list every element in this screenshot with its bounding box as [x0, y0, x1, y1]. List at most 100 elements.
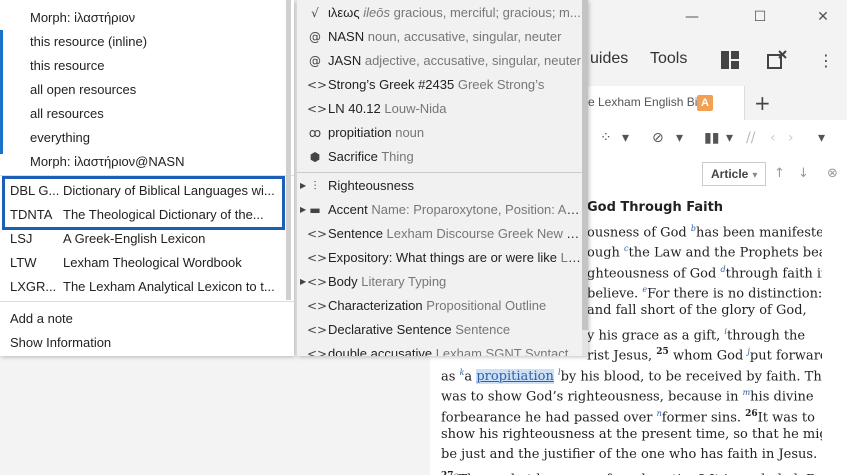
reference-icon: <>	[307, 323, 328, 337]
expand-arrow-icon[interactable]: ▶	[300, 270, 306, 294]
minimize-icon[interactable]: —	[680, 6, 704, 28]
info-primary: ιλεως	[328, 5, 360, 20]
info-menu-item[interactable]: ⬢ Sacrifice Thing	[297, 145, 588, 169]
text-line: 27oThen, what becomes of our boasting? I…	[441, 466, 822, 475]
show-information-menu-item[interactable]: Show Information	[0, 331, 294, 355]
info-menu-item[interactable]: √ ιλεως ileōs gracious, merciful; graciou…	[297, 1, 588, 25]
info-primary: Sacrifice	[328, 149, 378, 164]
text-line: show his righteousness at the present ti…	[441, 425, 822, 446]
info-menu-text: Sentence Lexham Discourse Greek New Te..…	[328, 222, 583, 246]
text-run: the Law and the Prophets bear	[628, 245, 822, 261]
info-primary: Declarative Sentence	[328, 322, 452, 337]
search-context-menu: ▴ Morph: ἱλαστήριον this resource (inlin…	[0, 0, 294, 356]
info-primary: Accent	[328, 202, 368, 217]
text-run: by his blood, to be received by faith. T…	[560, 369, 822, 385]
info-primary: LN 40.12	[328, 101, 381, 116]
resource-name: Lexham Theological Wordbook	[63, 255, 242, 270]
morph-icon: @	[309, 30, 321, 44]
info-secondary: Propositional Outline	[422, 298, 547, 313]
selected-word[interactable]: propitiation	[476, 369, 554, 385]
text-run: was to show God’s righteousness, because…	[441, 389, 743, 405]
menu-item-label: Show Information	[10, 335, 112, 350]
info-menu-text: ιλεως ileōs gracious, merciful; gracious…	[328, 1, 583, 25]
tab-label: e Lexham English Bible	[588, 95, 714, 109]
info-menu-item[interactable]: <> Expository: What things are or were li…	[297, 246, 588, 270]
menu-item-label: everything	[30, 130, 90, 145]
text-run: For there is no distinction:	[647, 286, 822, 302]
info-menu-text: Righteousness	[328, 174, 583, 198]
info-menu-item[interactable]: @ NASN noun, accusative, singular, neuter	[297, 25, 588, 49]
menu-item-all-resources[interactable]: all resources	[0, 102, 294, 126]
info-primary: Sentence	[328, 226, 383, 241]
history-caret-icon[interactable]: ▾	[818, 130, 825, 146]
resource-row-lsj[interactable]: LSJ A Greek-English Lexicon	[0, 227, 294, 251]
resource-row-lxgr[interactable]: LXGR... The Lexham Analytical Lexicon to…	[0, 275, 294, 299]
info-menu-item[interactable]: ▶ <> Body Literary Typing	[297, 270, 588, 294]
info-menu-item[interactable]: <> Declarative Sentence Sentence	[297, 318, 588, 342]
maximize-icon[interactable]: ☐	[748, 6, 772, 28]
verse-number: 26	[745, 409, 758, 419]
layouts-icon[interactable]	[719, 50, 741, 72]
info-secondary: gracious, merciful; gracious; m...	[389, 5, 581, 20]
expand-arrow-icon[interactable]: ▶	[300, 174, 306, 198]
close-icon[interactable]: ✕	[811, 6, 835, 28]
reference-icon: <>	[307, 299, 328, 313]
info-menu-item[interactable]: <> double accusative Lexham SGNT Syntacti…	[297, 342, 588, 356]
arrow-up-icon[interactable]: ↑	[774, 166, 785, 181]
text-run: through faith in	[725, 266, 822, 282]
verse-number: 27	[441, 471, 454, 475]
text-run: through the	[726, 327, 806, 343]
resource-row-ltw[interactable]: LTW Lexham Theological Wordbook	[0, 251, 294, 275]
guides-menu[interactable]: uides	[590, 50, 628, 68]
info-menu-item[interactable]: <> Strong’s Greek #2435 Greek Strong’s	[297, 73, 588, 97]
visual-filters-caret-icon[interactable]: ▾	[622, 130, 629, 146]
morph-icon: @	[309, 54, 321, 68]
info-secondary: adjective, accusative, singular, neuter	[361, 53, 581, 68]
submenu-scrollbar-thumb[interactable]	[582, 0, 588, 330]
window-controls: — ☐ ✕	[680, 6, 847, 28]
add-note-menu-item[interactable]: Add a note	[0, 307, 294, 331]
submenu-scrollbar-track[interactable]	[582, 0, 588, 356]
menu-item-this-resource[interactable]: this resource	[0, 54, 294, 78]
menu-item-search-morph-nasn[interactable]: Morph: ἱλαστήριον@NASN	[0, 150, 294, 174]
menu-item-all-open-resources[interactable]: all open resources	[0, 78, 294, 102]
inline-caret-icon[interactable]: ▾	[676, 130, 683, 146]
tools-menu[interactable]: Tools	[650, 50, 687, 68]
forward-icon[interactable]: ›	[788, 130, 794, 146]
clear-icon[interactable]: ⊗	[827, 166, 838, 181]
menu-scrollbar[interactable]	[286, 0, 291, 300]
new-tab-button[interactable]: +	[754, 91, 771, 115]
pillar-icon: ⫶	[313, 179, 317, 193]
tab-link-badge[interactable]: A	[697, 95, 713, 111]
tab-lexham-english-bible[interactable]: e Lexham English Bible A	[580, 86, 745, 120]
parallel-icon[interactable]: //	[746, 130, 755, 146]
arrow-down-icon[interactable]: ↓	[798, 166, 809, 181]
text-run: has been manifested	[695, 224, 822, 240]
reference-icon: <>	[307, 347, 328, 356]
back-icon[interactable]: ‹	[770, 130, 776, 146]
info-menu-item[interactable]: ▶ ▬ Accent Name: Proparoxytone, Position: …	[297, 198, 588, 222]
more-vertical-icon[interactable]: ⋮	[815, 50, 837, 72]
columns-icon[interactable]: ▮▮	[704, 130, 719, 146]
text-run: former sins.	[661, 410, 746, 426]
info-menu-item[interactable]: ▶ ⫶ Righteousness	[297, 174, 588, 198]
text-run: and fall short of the glory of God,	[587, 303, 807, 318]
text-run: whom God	[668, 348, 748, 364]
menu-item-this-resource-inline[interactable]: this resource (inline)	[0, 30, 294, 54]
columns-caret-icon[interactable]: ▾	[726, 130, 733, 146]
menu-item-label: all open resources	[30, 82, 137, 97]
info-menu-item[interactable]: @ JASN adjective, accusative, singular, n…	[297, 49, 588, 73]
info-secondary: Greek Strong’s	[454, 77, 545, 92]
visual-filters-icon[interactable]: ⁘	[600, 130, 612, 146]
info-menu-item[interactable]: ꝏ propitiation noun	[297, 121, 588, 145]
menu-item-search-morph[interactable]: Morph: ἱλαστήριον	[0, 6, 294, 30]
info-menu-item[interactable]: <> LN 40.12 Louw-Nida	[297, 97, 588, 121]
menu-item-everything[interactable]: everything	[0, 126, 294, 150]
article-selector[interactable]: Article ▾	[702, 162, 766, 186]
panel-close-icon[interactable]	[766, 50, 788, 72]
expand-arrow-icon[interactable]: ▶	[300, 198, 306, 222]
info-menu-item[interactable]: <> Sentence Lexham Discourse Greek New Te…	[297, 222, 588, 246]
info-primary: Expository: What things are or were like	[328, 250, 558, 265]
info-menu-item[interactable]: <> Characterization Propositional Outline	[297, 294, 588, 318]
inline-search-icon[interactable]: ⊘	[652, 130, 664, 146]
